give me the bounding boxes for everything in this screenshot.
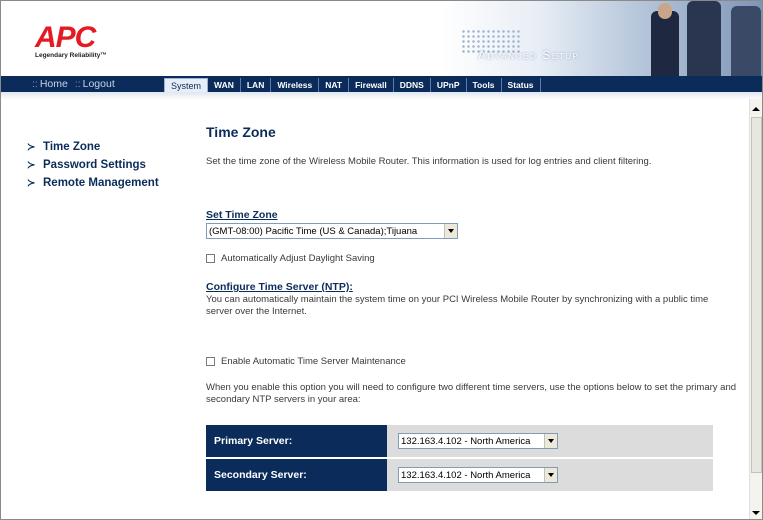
sidebar-item-remote-management[interactable]: ≻ Remote Management (27, 174, 167, 192)
primary-server-value: 132.163.4.102 - North America (401, 435, 531, 447)
tab-wan[interactable]: WAN (208, 78, 241, 92)
tab-ddns[interactable]: DDNS (394, 78, 431, 92)
home-link[interactable]: Home (40, 78, 68, 90)
tagline: Legendary Reliability™ (35, 52, 107, 59)
sidebar-item-label: Time Zone (43, 141, 101, 153)
sidebar-item-time-zone[interactable]: ≻ Time Zone (27, 138, 167, 156)
sidebar-item-label: Password Settings (43, 159, 146, 171)
scrollbar-thumb[interactable] (751, 117, 762, 473)
logo-text: APC (35, 21, 96, 54)
enable-ntp-label: Enable Automatic Time Server Maintenance (221, 356, 406, 367)
nav-tabs: System WAN LAN Wireless NAT Firewall DDN… (164, 78, 541, 92)
enable-ntp-checkbox[interactable] (206, 357, 215, 366)
ntp-heading: Configure Time Server (NTP): (206, 281, 353, 293)
ntp-server-table: Primary Server: 132.163.4.102 - North Am… (206, 425, 713, 493)
chevron-right-icon: ≻ (27, 159, 36, 171)
logout-link[interactable]: Logout (83, 78, 115, 90)
sidebar-item-password-settings[interactable]: ≻ Password Settings (27, 156, 167, 174)
time-zone-select[interactable]: (GMT-08:00) Pacific Time (US & Canada);T… (206, 223, 458, 239)
content-area: ≻ Time Zone ≻ Password Settings ≻ Remote… (1, 92, 762, 519)
daylight-saving-row: Automatically Adjust Daylight Saving (206, 253, 375, 264)
advanced-setup-banner-text: Advanced Setup (478, 48, 580, 62)
page-title: Time Zone (206, 124, 276, 140)
vertical-scrollbar[interactable] (749, 99, 762, 519)
apc-logo: APC Legendary Reliability™ (35, 23, 125, 63)
scroll-down-icon[interactable] (750, 507, 762, 519)
top-nav-bar: :: Home :: Logout System WAN LAN Wireless … (1, 76, 762, 92)
tab-system[interactable]: System (164, 78, 209, 92)
secondary-server-label: Secondary Server: (206, 459, 387, 491)
tab-nat[interactable]: NAT (319, 78, 350, 92)
secondary-server-row: Secondary Server: 132.163.4.102 - North … (206, 459, 713, 491)
primary-server-select[interactable]: 132.163.4.102 - North America (398, 433, 558, 449)
main-panel: Time Zone Set the time zone of the Wirel… (206, 124, 746, 491)
daylight-saving-checkbox[interactable] (206, 254, 215, 263)
primary-server-label: Primary Server: (206, 425, 387, 457)
tab-wireless[interactable]: Wireless (271, 78, 320, 92)
enable-ntp-row: Enable Automatic Time Server Maintenance (206, 356, 406, 367)
home-links: :: Home :: Logout (32, 78, 115, 90)
chevron-right-icon: ≻ (27, 177, 36, 189)
sidebar: ≻ Time Zone ≻ Password Settings ≻ Remote… (27, 138, 167, 192)
tab-firewall[interactable]: Firewall (349, 78, 394, 92)
intro-text: Set the time zone of the Wireless Mobile… (206, 156, 652, 167)
tab-upnp[interactable]: UPnP (431, 78, 467, 92)
header: APC Legendary Reliability™ Advanced Setu… (1, 1, 762, 76)
time-zone-value: (GMT-08:00) Pacific Time (US & Canada);T… (209, 225, 418, 237)
secondary-server-select[interactable]: 132.163.4.102 - North America (398, 467, 558, 483)
daylight-saving-label: Automatically Adjust Daylight Saving (221, 253, 375, 264)
chevron-down-icon[interactable] (544, 468, 557, 482)
scroll-up-icon[interactable] (750, 103, 762, 115)
chevron-down-icon[interactable] (544, 434, 557, 448)
banner-image (441, 1, 762, 76)
tab-status[interactable]: Status (502, 78, 541, 92)
browser-frame: APC Legendary Reliability™ Advanced Setu… (0, 0, 763, 520)
enable-ntp-description: When you enable this option you will nee… (206, 382, 737, 405)
chevron-down-icon[interactable] (444, 224, 457, 238)
ntp-description: You can automatically maintain the syste… (206, 294, 709, 317)
tab-tools[interactable]: Tools (467, 78, 502, 92)
chevron-right-icon: ≻ (27, 141, 36, 153)
set-time-zone-label: Set Time Zone (206, 209, 278, 221)
secondary-server-value: 132.163.4.102 - North America (401, 469, 531, 481)
tab-lan[interactable]: LAN (241, 78, 272, 92)
sidebar-item-label: Remote Management (43, 177, 159, 189)
primary-server-row: Primary Server: 132.163.4.102 - North Am… (206, 425, 713, 457)
